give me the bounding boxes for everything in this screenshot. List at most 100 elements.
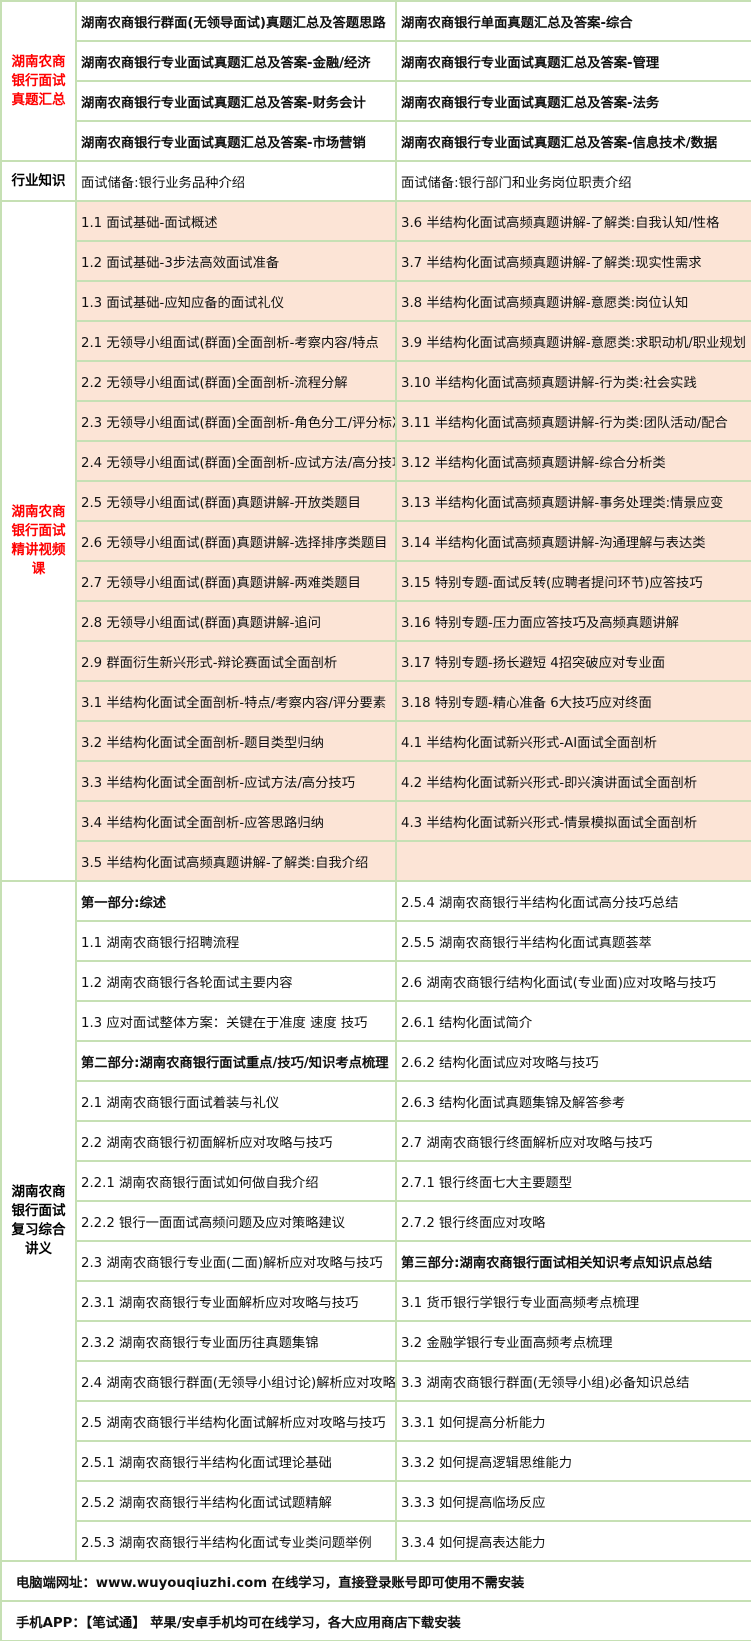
notes-item-link[interactable]: 2.5.5 湖南农商银行半结构化面试真题荟萃 (397, 922, 751, 960)
exam_summary-item-link[interactable]: 湖南农商银行专业面试真题汇总及答案-市场营销 (77, 122, 395, 160)
video-item-link[interactable]: 3.11 半结构化面试高频真题讲解-行为类:团队活动/配合 (397, 402, 751, 440)
video-item-link[interactable]: 3.7 半结构化面试高频真题讲解-了解类:现实性需求 (397, 242, 751, 280)
exam_summary-item-link[interactable]: 湖南农商银行群面(无领导面试)真题汇总及答题思路 (77, 2, 395, 40)
notes-item-link[interactable]: 2.7 湖南农商银行终面解析应对攻略与技巧 (397, 1122, 751, 1160)
notes-item-link[interactable]: 2.2 湖南农商银行初面解析应对攻略与技巧 (77, 1122, 395, 1160)
notes-item-link[interactable]: 1.1 湖南农商银行招聘流程 (77, 922, 395, 960)
video-item-link[interactable]: 3.8 半结构化面试高频真题讲解-意愿类:岗位认知 (397, 282, 751, 320)
course-catalog: 湖南农商银行面试真题汇总 湖南农商银行群面(无领导面试)真题汇总及答题思路 湖南农商… (0, 0, 751, 1641)
video-item-link[interactable]: 1.2 面试基础-3步法高效面试准备 (77, 242, 395, 280)
catalog-body: 湖南农商银行面试真题汇总 湖南农商银行群面(无领导面试)真题汇总及答题思路 湖南农商… (2, 2, 751, 1640)
notes-item-link[interactable]: 2.6.1 结构化面试简介 (397, 1002, 751, 1040)
notes-row: 2.1 湖南农商银行面试着装与礼仪 2.6.3 结构化面试真题集锦及解答参考 (2, 1082, 751, 1120)
industry-row: 行业知识 面试储备:银行业务品种介绍 面试储备:银行部门和业务岗位职责介绍 (2, 162, 751, 200)
notes-item-link[interactable]: 2.7.2 银行终面应对攻略 (397, 1202, 751, 1240)
notes-item-link[interactable]: 3.3.3 如何提高临场反应 (397, 1482, 751, 1520)
video-row: 3.3 半结构化面试全面剖析-应试方法/高分技巧 4.2 半结构化面试新兴形式-即… (2, 762, 751, 800)
notes-row: 2.5 湖南农商银行半结构化面试解析应对攻略与技巧 3.3.1 如何提高分析能力 (2, 1402, 751, 1440)
video-item-link[interactable]: 3.6 半结构化面试高频真题讲解-了解类:自我认知/性格 (397, 202, 751, 240)
notes-item-link[interactable]: 2.5.4 湖南农商银行半结构化面试高分技巧总结 (397, 882, 751, 920)
notes-item-link[interactable]: 2.6.2 结构化面试应对攻略与技巧 (397, 1042, 751, 1080)
notes-item-link[interactable]: 2.2.1 湖南农商银行面试如何做自我介绍 (77, 1162, 395, 1200)
footer-app-text: 手机APP：【笔试通】 苹果/安卓手机均可在线学习，各大应用商店下载安装 (2, 1602, 751, 1640)
video-item-link[interactable]: 3.14 半结构化面试高频真题讲解-沟通理解与表达类 (397, 522, 751, 560)
exam_summary-item-link[interactable]: 湖南农商银行专业面试真题汇总及答案-管理 (397, 42, 751, 80)
notes-row: 2.2 湖南农商银行初面解析应对攻略与技巧 2.7 湖南农商银行终面解析应对攻略与… (2, 1122, 751, 1160)
exam_summary-item-link[interactable]: 湖南农商银行专业面试真题汇总及答案-财务会计 (77, 82, 395, 120)
notes-item-link[interactable]: 2.5 湖南农商银行半结构化面试解析应对攻略与技巧 (77, 1402, 395, 1440)
notes-item-link[interactable]: 2.6.3 结构化面试真题集锦及解答参考 (397, 1082, 751, 1120)
video-item-link[interactable]: 3.10 半结构化面试高频真题讲解-行为类:社会实践 (397, 362, 751, 400)
video-item-link[interactable]: 3.2 半结构化面试全面剖析-题目类型归纳 (77, 722, 395, 760)
video-item-link[interactable]: 3.13 半结构化面试高频真题讲解-事务处理类:情景应变 (397, 482, 751, 520)
video-row: 湖南农商银行面试精讲视频课 1.1 面试基础-面试概述 3.6 半结构化面试高频真题… (2, 202, 751, 880)
notes-item-link[interactable]: 2.3 湖南农商银行专业面(二面)解析应对攻略与技巧 (77, 1242, 395, 1280)
notes-item-link[interactable]: 2.5.3 湖南农商银行半结构化面试专业类问题举例 (77, 1522, 395, 1560)
video-item-link[interactable]: 3.12 半结构化面试高频真题讲解-综合分析类 (397, 442, 751, 480)
video-item-link[interactable]: 3.16 特别专题-压力面应答技巧及高频真题讲解 (397, 602, 751, 640)
industry-item-link[interactable]: 面试储备:银行业务品种介绍 (77, 162, 395, 200)
video-item-link[interactable]: 2.3 无领导小组面试(群面)全面剖析-角色分工/评分标准 (77, 402, 395, 440)
exam_summary-row: 湖南农商银行专业面试真题汇总及答案-财务会计 湖南农商银行专业面试真题汇总及答案-… (2, 82, 751, 120)
video-item-link[interactable]: 3.17 特别专题-扬长避短 4招突破应对专业面 (397, 642, 751, 680)
notes-item-link[interactable]: 2.3.2 湖南农商银行专业面历往真题集锦 (77, 1322, 395, 1360)
video-row: 2.8 无领导小组面试(群面)真题讲解-追问 3.16 特别专题-压力面应答技巧及… (2, 602, 751, 640)
video-item-link[interactable]: 3.9 半结构化面试高频真题讲解-意愿类:求职动机/职业规划 (397, 322, 751, 360)
video-item-link[interactable]: 2.5 无领导小组面试(群面)真题讲解-开放类题目 (77, 482, 395, 520)
notes-item-link[interactable]: 2.7.1 银行终面七大主要题型 (397, 1162, 751, 1200)
video-item-link[interactable]: 2.6 无领导小组面试(群面)真题讲解-选择排序类题目 (77, 522, 395, 560)
video-item-link[interactable]: 4.2 半结构化面试新兴形式-即兴演讲面试全面剖析 (397, 762, 751, 800)
video-row: 1.2 面试基础-3步法高效面试准备 3.7 半结构化面试高频真题讲解-了解类:现… (2, 242, 751, 280)
video-row: 2.3 无领导小组面试(群面)全面剖析-角色分工/评分标准 3.11 半结构化面试… (2, 402, 751, 440)
video-item-link[interactable]: 3.18 特别专题-精心准备 6大技巧应对终面 (397, 682, 751, 720)
notes-section-label: 湖南农商银行面试复习综合讲义 (2, 882, 75, 1560)
notes-item-link[interactable]: 2.2.2 银行一面面试高频问题及应对策略建议 (77, 1202, 395, 1240)
notes-row: 第二部分:湖南农商银行面试重点/技巧/知识考点梳理 2.6.2 结构化面试应对攻略… (2, 1042, 751, 1080)
notes-row: 2.3.1 湖南农商银行专业面解析应对攻略与技巧 3.1 货币银行学银行专业面高频… (2, 1282, 751, 1320)
notes-item-link[interactable]: 1.3 应对面试整体方案：关键在于准度 速度 技巧 (77, 1002, 395, 1040)
video-row: 1.3 面试基础-应知应备的面试礼仪 3.8 半结构化面试高频真题讲解-意愿类:岗… (2, 282, 751, 320)
exam_summary-item-link[interactable]: 湖南农商银行单面真题汇总及答案-综合 (397, 2, 751, 40)
video-item-link[interactable]: 2.2 无领导小组面试(群面)全面剖析-流程分解 (77, 362, 395, 400)
video-item-link[interactable]: 2.8 无领导小组面试(群面)真题讲解-追问 (77, 602, 395, 640)
exam_summary-row: 湖南农商银行面试真题汇总 湖南农商银行群面(无领导面试)真题汇总及答题思路 湖南农商… (2, 2, 751, 160)
video-item-link[interactable]: 4.3 半结构化面试新兴形式-情景模拟面试全面剖析 (397, 802, 751, 840)
exam_summary-item-link[interactable]: 湖南农商银行专业面试真题汇总及答案-金融/经济 (77, 42, 395, 80)
video-item-link[interactable]: 2.9 群面衍生新兴形式-辩论赛面试全面剖析 (77, 642, 395, 680)
notes-item-link[interactable]: 第一部分:综述 (77, 882, 395, 920)
video-item-link[interactable] (397, 842, 751, 880)
notes-item-link[interactable]: 2.5.1 湖南农商银行半结构化面试理论基础 (77, 1442, 395, 1480)
notes-item-link[interactable]: 2.3.1 湖南农商银行专业面解析应对攻略与技巧 (77, 1282, 395, 1320)
video-item-link[interactable]: 2.4 无领导小组面试(群面)全面剖析-应试方法/高分技巧 (77, 442, 395, 480)
exam_summary-item-link[interactable]: 湖南农商银行专业面试真题汇总及答案-信息技术/数据 (397, 122, 751, 160)
notes-item-link[interactable]: 第三部分:湖南农商银行面试相关知识考点知识点总结 (397, 1242, 751, 1280)
notes-item-link[interactable]: 2.6 湖南农商银行结构化面试(专业面)应对攻略与技巧 (397, 962, 751, 1000)
industry-item-link[interactable]: 面试储备:银行部门和业务岗位职责介绍 (397, 162, 751, 200)
industry-section-label: 行业知识 (2, 162, 75, 200)
video-item-link[interactable]: 1.3 面试基础-应知应备的面试礼仪 (77, 282, 395, 320)
video-item-link[interactable]: 3.3 半结构化面试全面剖析-应试方法/高分技巧 (77, 762, 395, 800)
video-item-link[interactable]: 1.1 面试基础-面试概述 (77, 202, 395, 240)
notes-item-link[interactable]: 3.3.1 如何提高分析能力 (397, 1402, 751, 1440)
video-item-link[interactable]: 3.15 特别专题-面试反转(应聘者提问环节)应答技巧 (397, 562, 751, 600)
video-item-link[interactable]: 3.1 半结构化面试全面剖析-特点/考察内容/评分要素 (77, 682, 395, 720)
video-item-link[interactable]: 3.5 半结构化面试高频真题讲解-了解类:自我介绍 (77, 842, 395, 880)
notes-item-link[interactable]: 3.3 湖南农商银行群面(无领导小组)必备知识总结 (397, 1362, 751, 1400)
video-row: 2.2 无领导小组面试(群面)全面剖析-流程分解 3.10 半结构化面试高频真题讲… (2, 362, 751, 400)
exam_summary-item-link[interactable]: 湖南农商银行专业面试真题汇总及答案-法务 (397, 82, 751, 120)
notes-item-link[interactable]: 3.2 金融学银行专业面高频考点梳理 (397, 1322, 751, 1360)
notes-item-link[interactable]: 1.2 湖南农商银行各轮面试主要内容 (77, 962, 395, 1000)
video-item-link[interactable]: 2.1 无领导小组面试(群面)全面剖析-考察内容/特点 (77, 322, 395, 360)
video-item-link[interactable]: 2.7 无领导小组面试(群面)真题讲解-两难类题目 (77, 562, 395, 600)
notes-item-link[interactable]: 2.5.2 湖南农商银行半结构化面试试题精解 (77, 1482, 395, 1520)
notes-item-link[interactable]: 3.3.2 如何提高逻辑思维能力 (397, 1442, 751, 1480)
notes-item-link[interactable]: 2.1 湖南农商银行面试着装与礼仪 (77, 1082, 395, 1120)
video-item-link[interactable]: 3.4 半结构化面试全面剖析-应答思路归纳 (77, 802, 395, 840)
notes-item-link[interactable]: 3.1 货币银行学银行专业面高频考点梳理 (397, 1282, 751, 1320)
notes-item-link[interactable]: 3.3.4 如何提高表达能力 (397, 1522, 751, 1560)
notes-item-link[interactable]: 2.4 湖南农商银行群面(无领导小组讨论)解析应对攻略与技巧 (77, 1362, 395, 1400)
notes-row: 1.3 应对面试整体方案：关键在于准度 速度 技巧 2.6.1 结构化面试简介 (2, 1002, 751, 1040)
notes-item-link[interactable]: 第二部分:湖南农商银行面试重点/技巧/知识考点梳理 (77, 1042, 395, 1080)
video-row: 2.1 无领导小组面试(群面)全面剖析-考察内容/特点 3.9 半结构化面试高频真… (2, 322, 751, 360)
video-item-link[interactable]: 4.1 半结构化面试新兴形式-AI面试全面剖析 (397, 722, 751, 760)
